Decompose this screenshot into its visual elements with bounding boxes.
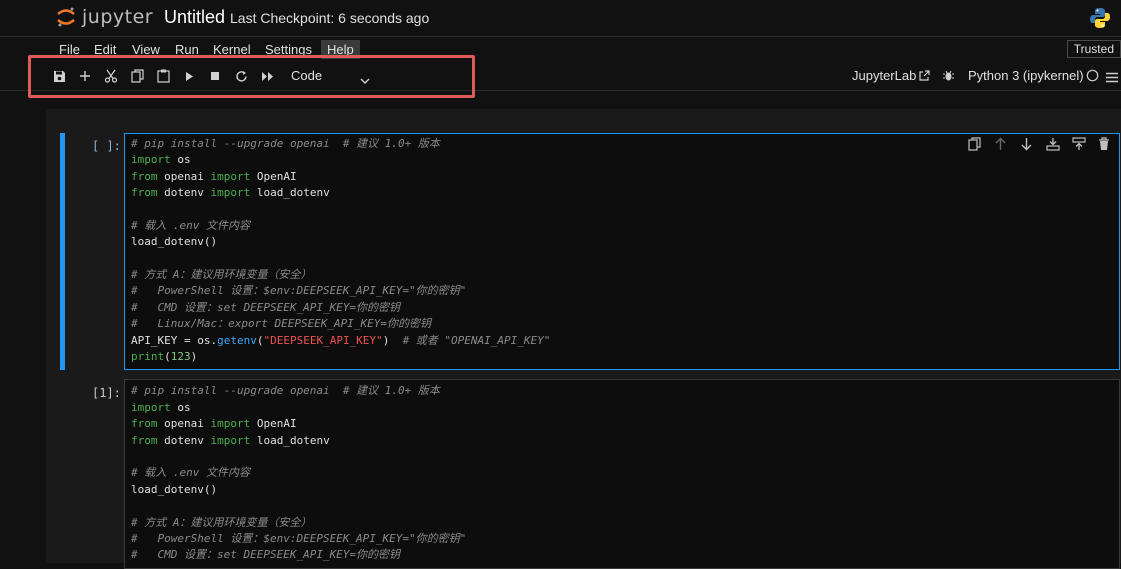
checkpoint-status: Last Checkpoint: 6 seconds ago: [230, 10, 430, 26]
python-logo-icon: [1088, 6, 1112, 35]
app-name: jupyter: [82, 6, 154, 28]
debugger-bug-icon[interactable]: [942, 69, 955, 87]
code-line: # 载入 .env 文件内容: [131, 466, 250, 479]
menu-hamburger-icon[interactable]: [1106, 70, 1118, 88]
code-line: # pip install --upgrade openai # 建议 1.0+…: [131, 137, 440, 150]
jupyterlab-link[interactable]: JupyterLab: [852, 68, 916, 83]
code-line: load_dotenv(): [131, 235, 218, 248]
insert-below-icon[interactable]: [1046, 137, 1060, 156]
kernel-status-icon: [1086, 69, 1099, 87]
code-line: print(123): [131, 350, 198, 363]
active-cell-indicator: [60, 133, 65, 370]
code-line: from openai import OpenAI: [131, 170, 297, 183]
notebook-title[interactable]: Untitled: [164, 7, 225, 28]
cell-2-prompt: [1]:: [92, 386, 121, 400]
trusted-badge[interactable]: Trusted: [1066, 40, 1121, 58]
code-line: load_dotenv(): [131, 483, 218, 496]
cell-1-editor[interactable]: # pip install --upgrade openai # 建议 1.0+…: [124, 133, 1120, 370]
code-line: # Linux/Mac：export DEEPSEEK_API_KEY=你的密钥: [131, 317, 432, 330]
external-link-icon: [918, 69, 930, 87]
code-line: # 载入 .env 文件内容: [131, 219, 250, 232]
code-line: # PowerShell 设置：$env:DEEPSEEK_API_KEY="你…: [131, 284, 467, 297]
code-line: # pip install --upgrade openai # 建议 1.0+…: [131, 384, 440, 397]
code-line: # CMD 设置：set DEEPSEEK_API_KEY=你的密钥: [131, 301, 401, 314]
cell-1-prompt: [ ]:: [92, 139, 121, 153]
top-bar: jupyter Untitled Last Checkpoint: 6 seco…: [0, 0, 1121, 36]
code-line: # CMD 设置：set DEEPSEEK_API_KEY=你的密钥: [131, 548, 401, 561]
code-line: API_KEY = os.getenv("DEEPSEEK_API_KEY") …: [131, 334, 551, 347]
move-down-icon[interactable]: [1020, 137, 1033, 156]
code-line: # 方式 A：建议用环境变量（安全）: [131, 268, 312, 281]
code-line: import os: [131, 153, 191, 166]
move-up-icon[interactable]: [994, 137, 1007, 156]
code-line: from dotenv import load_dotenv: [131, 434, 330, 447]
code-line: # PowerShell 设置：$env:DEEPSEEK_API_KEY="你…: [131, 532, 467, 545]
duplicate-cell-icon[interactable]: [968, 137, 981, 156]
code-line: import os: [131, 401, 191, 414]
toolbar-highlight-box: [28, 55, 475, 98]
jupyter-logo-icon: [57, 7, 75, 27]
cell-2-editor[interactable]: # pip install --upgrade openai # 建议 1.0+…: [124, 379, 1120, 569]
code-line: from dotenv import load_dotenv: [131, 186, 330, 199]
code-line: # 方式 A：建议用环境变量（安全）: [131, 516, 312, 529]
kernel-name[interactable]: Python 3 (ipykernel): [968, 68, 1084, 83]
code-line: from openai import OpenAI: [131, 417, 297, 430]
jupyter-logo[interactable]: jupyter: [56, 5, 153, 29]
insert-above-icon[interactable]: [1072, 137, 1086, 156]
delete-cell-icon[interactable]: [1098, 137, 1110, 156]
